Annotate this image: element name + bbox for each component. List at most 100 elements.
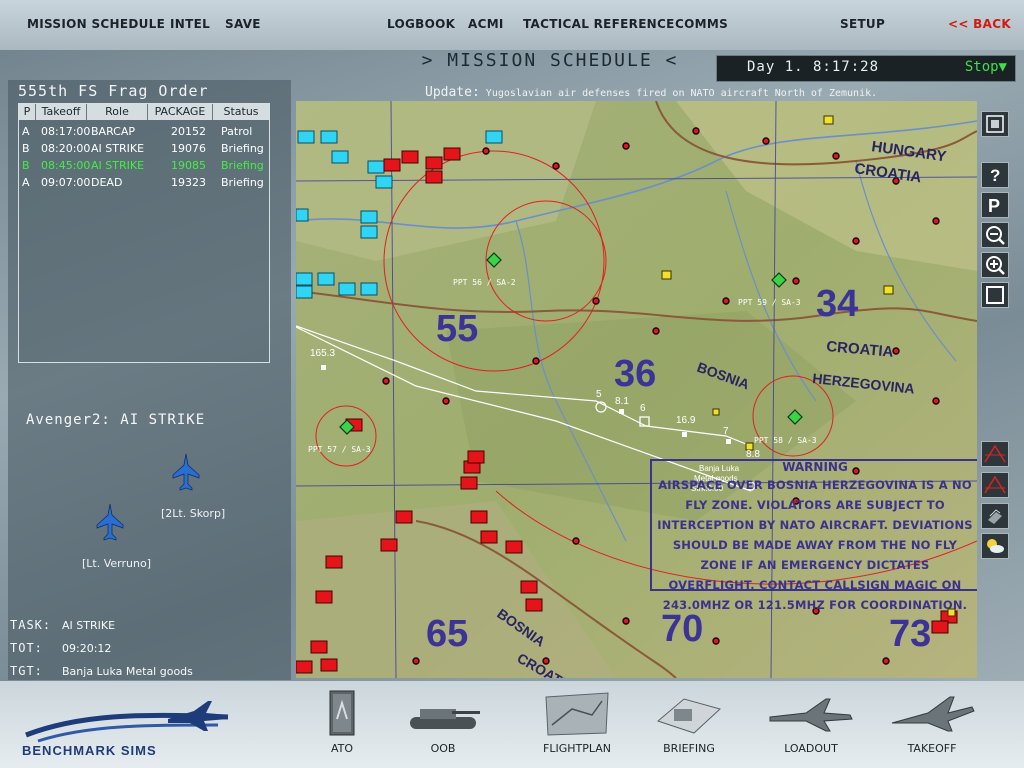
cell-takeoff: 09:07:00	[41, 176, 91, 189]
clock-time: Day 1. 8:17:28	[747, 59, 880, 75]
page-title: > MISSION SCHEDULE <	[421, 50, 679, 71]
cell-status: Briefing	[221, 176, 264, 189]
menu-tactical-reference[interactable]: TACTICAL REFERENCE	[523, 17, 675, 31]
lead-jet-icon[interactable]	[96, 503, 124, 541]
theater-map[interactable]: 55 36 34 65 70 73 HUNGARY CROATIA CROATI…	[296, 101, 977, 678]
cell-role: DEAD	[91, 176, 123, 189]
loadout-jet-icon	[769, 698, 853, 732]
flight-name: Avenger2: AI STRIKE	[26, 412, 206, 428]
layers-icon[interactable]	[981, 503, 1009, 529]
menu-setup[interactable]: SETUP	[840, 17, 885, 31]
menu-acmi[interactable]: ACMI	[468, 17, 504, 31]
map-icon	[545, 692, 609, 736]
menu-comms[interactable]: COMMS	[675, 17, 728, 31]
cell-takeoff: 08:17:00	[41, 125, 91, 138]
tgt-label: TGT:	[10, 664, 43, 678]
nav-ato-button[interactable]: ATO	[310, 681, 374, 768]
screen-title-bar: > MISSION SCHEDULE <	[380, 50, 720, 76]
table-row[interactable]: A 09:07:00 DEAD 19323 Briefing	[19, 175, 269, 192]
task-value: AI STRIKE	[62, 619, 116, 632]
nav-label: ATO	[330, 742, 354, 755]
tot-label: TOT:	[10, 641, 43, 655]
sector-number: 34	[816, 283, 858, 325]
zoom-fit-icon[interactable]	[981, 111, 1009, 137]
menu-save[interactable]: SAVE	[225, 17, 261, 31]
svg-text:?: ?	[990, 166, 1000, 185]
nav-label: BRIEFING	[663, 742, 715, 755]
menu-intel[interactable]: INTEL	[170, 17, 210, 31]
cell-takeoff: 08:45:00	[41, 159, 91, 172]
cell-p: B	[22, 142, 30, 155]
frag-order-table: P Takeoff Role PACKAGE Status A 08:17:00…	[18, 103, 270, 363]
threat-label: PPT 59 / SA-3	[738, 298, 801, 307]
nav-label: FLIGHTPLAN	[543, 742, 611, 755]
nav-label: LOADOUT	[784, 742, 838, 755]
binder-icon	[329, 690, 355, 736]
zoom-in-icon[interactable]	[981, 252, 1009, 278]
table-row[interactable]: B 08:20:00 AI STRIKE 19076 Briefing	[19, 141, 269, 158]
wingman-jet-icon[interactable]	[172, 453, 200, 491]
sector-number: 73	[889, 613, 931, 655]
sector-number: 65	[426, 613, 468, 655]
cell-p: A	[22, 176, 30, 189]
cell-status: Briefing	[221, 159, 264, 172]
parking-icon[interactable]: P	[981, 192, 1009, 218]
cell-role: AI STRIKE	[91, 142, 145, 155]
threat-label: PPT 57 / SA-3	[308, 445, 371, 454]
pilot-name-lead: [Lt. Verruno]	[82, 557, 151, 570]
table-row[interactable]: A 08:17:00 BARCAP 20152 Patrol	[19, 124, 269, 141]
nav-briefing-button[interactable]: BRIEFING	[648, 681, 730, 768]
top-menu-bar: MISSION SCHEDULE INTEL SAVE LOGBOOK ACMI…	[0, 0, 1024, 50]
update-label: Update:	[425, 85, 480, 100]
col-header-status[interactable]: Status	[213, 104, 269, 120]
cell-role: BARCAP	[91, 125, 136, 138]
fullscreen-icon[interactable]	[981, 282, 1009, 308]
cell-role: AI STRIKE	[91, 159, 145, 172]
cell-package: 19323	[171, 176, 206, 189]
waypoint-label: 6	[640, 403, 646, 414]
threat-range2-icon[interactable]	[981, 472, 1009, 498]
cell-package: 20152	[171, 125, 206, 138]
threat-label: PPT 56 / SA-2	[453, 278, 516, 287]
table-row-selected[interactable]: B 08:45:00 AI STRIKE 19085 Briefing	[19, 158, 269, 175]
stop-dropdown[interactable]: Stop▼	[965, 59, 1007, 75]
nav-label: OOB	[430, 742, 456, 755]
nav-oob-button[interactable]: OOB	[400, 681, 486, 768]
takeoff-jet-icon	[891, 696, 975, 732]
nav-takeoff-button[interactable]: TAKEOFF	[880, 681, 984, 768]
col-header-package[interactable]: PACKAGE	[148, 104, 213, 120]
menu-logbook[interactable]: LOGBOOK	[387, 17, 455, 31]
cell-p: B	[22, 159, 30, 172]
sector-number: 36	[614, 353, 656, 395]
col-header-role[interactable]: Role	[87, 104, 148, 120]
waypoint-label: 16.9	[676, 415, 696, 426]
briefing-icon	[656, 698, 721, 734]
warning-text: AIRSPACE OVER BOSNIA HERZEGOVINA IS A NO…	[657, 478, 973, 612]
game-clock: Day 1. 8:17:28 Stop▼	[716, 55, 1016, 82]
tot-row: TOT: 09:20:12	[10, 641, 111, 655]
threat-label: PPT 58 / SA-3	[754, 436, 817, 445]
waypoint-label: 8.1	[615, 396, 629, 407]
col-header-p[interactable]: P	[19, 104, 36, 120]
waypoint-label: 165.3	[310, 348, 335, 359]
nav-loadout-button[interactable]: LOADOUT	[758, 681, 864, 768]
task-label: TASK:	[10, 618, 52, 632]
cell-status: Patrol	[221, 125, 253, 138]
col-header-takeoff[interactable]: Takeoff	[36, 104, 87, 120]
sector-number: 55	[436, 308, 478, 350]
threat-range-icon[interactable]	[981, 441, 1009, 467]
warning-title: WARNING	[782, 460, 848, 474]
weather-icon[interactable]	[981, 533, 1009, 559]
help-icon[interactable]: ?	[981, 162, 1009, 188]
cell-package: 19085	[171, 159, 206, 172]
tot-value: 09:20:12	[62, 642, 112, 655]
tgt-row: TGT: Banja Luka Metal goods	[10, 664, 193, 678]
back-button[interactable]: << BACK	[948, 17, 1011, 31]
frag-order-panel: 555th FS Frag Order P Takeoff Role PACKA…	[8, 80, 291, 680]
zoom-out-icon[interactable]	[981, 222, 1009, 248]
frag-order-title: 555th FS Frag Order	[18, 82, 209, 100]
menu-mission-schedule[interactable]: MISSION SCHEDULE	[27, 17, 165, 31]
nav-flightplan-button[interactable]: FLIGHTPLAN	[534, 681, 620, 768]
logo-text: BENCHMARK SIMS	[22, 743, 157, 758]
benchmark-sims-logo: BENCHMARK SIMS	[18, 695, 238, 761]
